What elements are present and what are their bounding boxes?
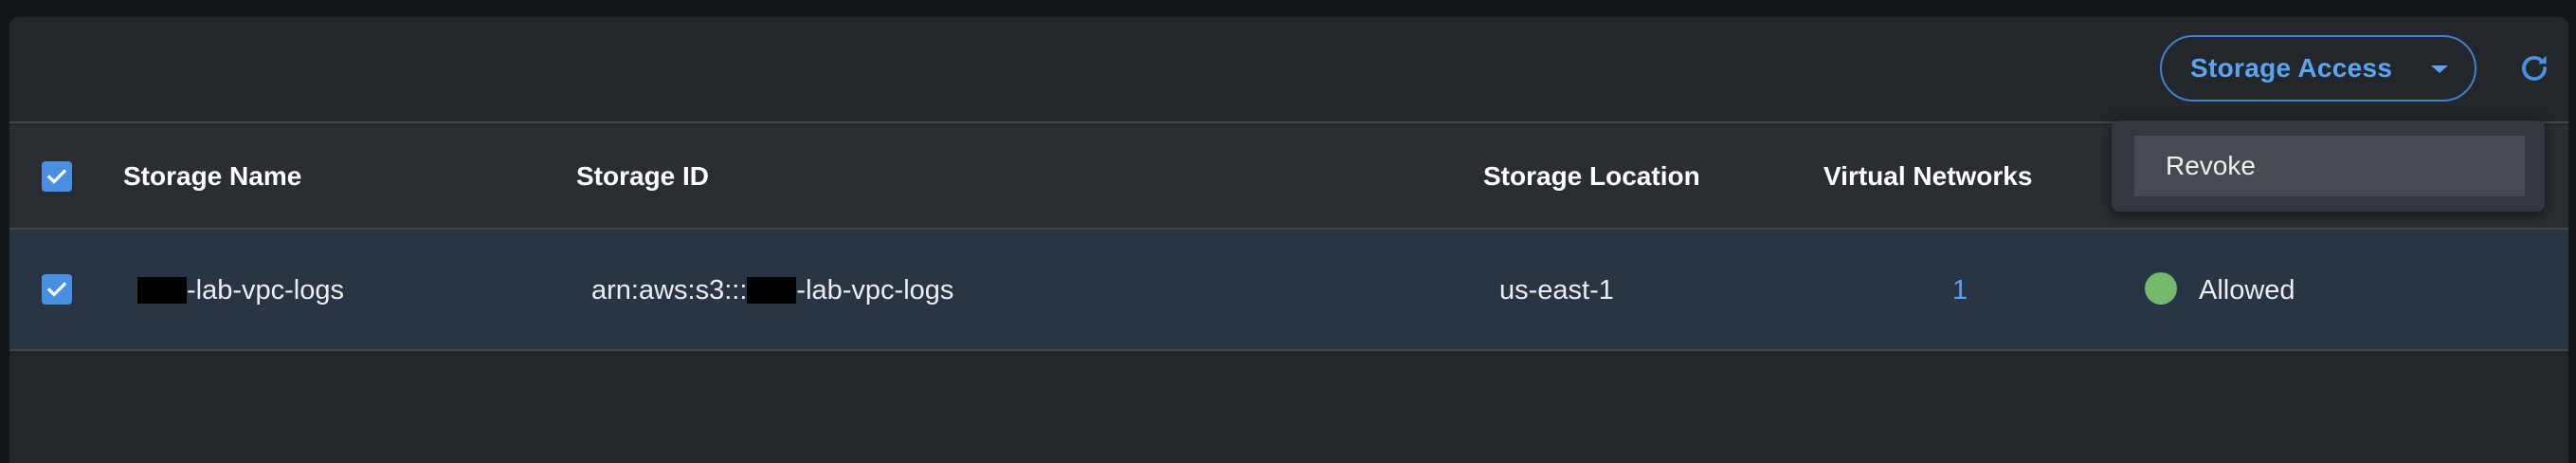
header-storage-location[interactable]: Storage Location [1483, 161, 1700, 192]
storage-access-dropdown-menu: Revoke [2112, 120, 2545, 212]
header-storage-name[interactable]: Storage Name [123, 161, 301, 192]
table-row[interactable]: -lab-vpc-logs arn:aws:s3::: -lab-vpc-logs… [9, 230, 2568, 351]
storage-access-button[interactable]: Storage Access [2160, 35, 2476, 102]
cell-storage-name: -lab-vpc-logs [137, 275, 344, 306]
status-allowed-icon [2145, 272, 2177, 305]
header-storage-id[interactable]: Storage ID [576, 161, 709, 192]
storage-panel: Storage Access Storage Name Storage ID S… [9, 17, 2568, 463]
cell-storage-location: us-east-1 [1499, 275, 1614, 306]
redacted-block [137, 277, 187, 304]
storage-access-label: Storage Access [2190, 53, 2393, 83]
check-icon [46, 282, 67, 297]
cell-storage-id: arn:aws:s3::: -lab-vpc-logs [591, 275, 954, 306]
refresh-icon[interactable] [2516, 50, 2552, 86]
header-virtual-networks[interactable]: Virtual Networks [1823, 161, 2032, 192]
caret-down-icon [2431, 65, 2448, 73]
check-icon [46, 169, 67, 184]
row-checkbox[interactable] [42, 274, 72, 305]
menu-item-revoke[interactable]: Revoke [2134, 136, 2525, 196]
cell-virtual-networks-link[interactable]: 1 [1952, 275, 1968, 306]
select-all-checkbox[interactable] [42, 161, 72, 192]
cell-status: Allowed [2199, 275, 2295, 306]
redacted-block [747, 277, 797, 304]
